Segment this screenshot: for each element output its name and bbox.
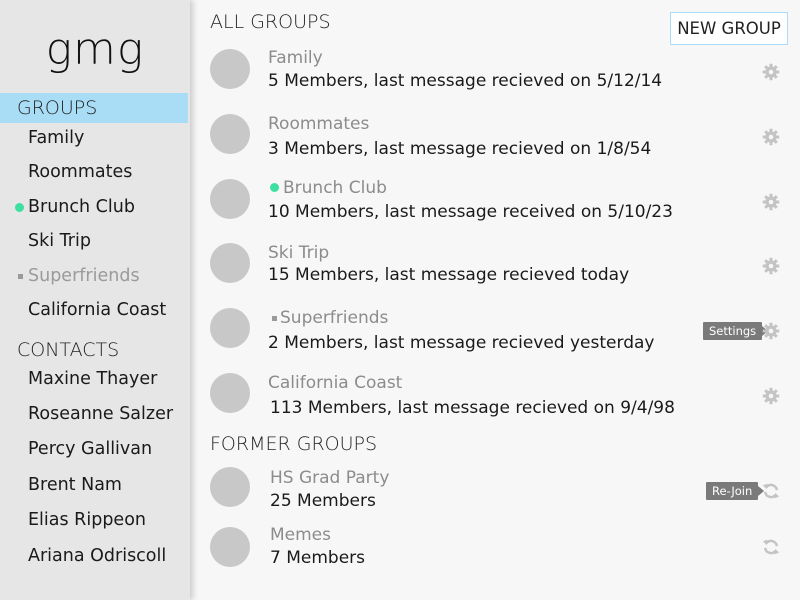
group-row[interactable]: Ski Trip 15 Members, last message reciev… [0,240,800,300]
group-name: Family [268,48,323,68]
refresh-icon[interactable] [761,481,781,501]
new-group-button[interactable]: NEW GROUP [670,12,788,45]
group-details: 5 Members, last message recieved on 5/12… [268,71,663,91]
group-avatar [210,308,250,348]
group-details: 113 Members, last message recieved on 9/… [270,398,675,418]
group-avatar [210,243,250,283]
group-avatar [210,49,250,89]
group-name: Ski Trip [268,243,330,263]
refresh-icon[interactable] [761,537,781,557]
gear-icon[interactable] [762,128,780,146]
group-details: 3 Members, last message recieved on 1/8/… [268,139,652,159]
group-name: HS Grad Party [270,468,390,488]
former-group-row[interactable]: HS Grad Party 25 Members Re-Join [0,465,800,525]
gear-icon[interactable] [762,257,780,275]
group-details: 25 Members [270,491,376,511]
group-name: Memes [270,525,332,545]
group-details: 10 Members, last message received on 5/1… [268,202,673,222]
gear-icon[interactable] [762,193,780,211]
group-avatar [210,527,250,567]
group-avatar [210,467,250,507]
group-name: Brunch Club [283,178,387,198]
former-groups-header: FORMER GROUPS [210,433,378,455]
active-status-dot [270,183,279,192]
gear-icon[interactable] [762,387,780,405]
group-details: 7 Members [270,548,366,568]
muted-status-square [272,316,277,321]
group-row[interactable]: Roommates 3 Members, last message reciev… [0,110,800,170]
group-details: 15 Members, last message recieved today [268,265,630,285]
group-row[interactable]: Brunch Club 10 Members, last message rec… [0,175,800,235]
group-avatar [210,179,250,219]
gear-icon[interactable] [762,63,780,81]
group-avatar [210,114,250,154]
group-name: California Coast [268,373,403,393]
settings-tooltip: Settings [703,322,769,340]
sidebar-contact-percy-gallivan[interactable]: Percy Gallivan [28,439,152,459]
group-details: 2 Members, last message recieved yesterd… [268,333,655,353]
rejoin-tooltip: Re-Join [706,482,765,500]
group-name: Roommates [268,114,370,134]
gear-icon[interactable] [762,322,780,340]
group-row[interactable]: Superfriends 2 Members, last message rec… [0,305,800,365]
all-groups-header: ALL GROUPS [210,11,331,33]
group-row[interactable]: California Coast 113 Members, last messa… [0,370,800,430]
former-group-row[interactable]: Memes 7 Members [0,522,800,582]
group-avatar [210,373,250,413]
group-row[interactable]: Family 5 Members, last message recieved … [0,45,800,105]
group-name: Superfriends [280,308,389,328]
